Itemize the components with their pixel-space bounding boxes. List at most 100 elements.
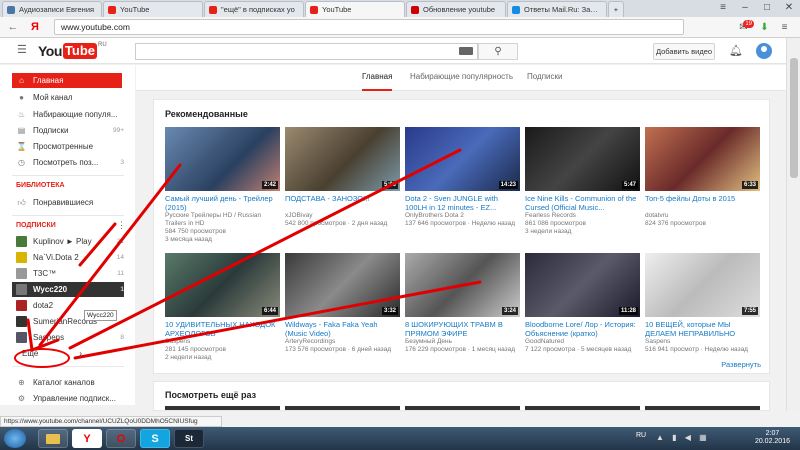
sidebar-item-subscriptions[interactable]: ▤ Подписки 99+ bbox=[12, 123, 124, 138]
video-card[interactable]: 14:23 Dota 2 - Sven JUNGLE with 100LH in… bbox=[405, 127, 520, 228]
tray-icons[interactable]: ▲ ▮ ◀ ▦ bbox=[656, 433, 710, 442]
video-thumbnail[interactable]: 3:32 bbox=[285, 253, 400, 317]
video-thumbnail[interactable]: 11:28 bbox=[525, 253, 640, 317]
video-thumbnail[interactable]: 2:42 bbox=[165, 127, 280, 191]
sidebar-item-browse-channels[interactable]: ⊕ Каталог каналов bbox=[12, 375, 124, 390]
video-title[interactable]: Bloodborne Lore/ Лор - История: Объяснен… bbox=[525, 320, 640, 338]
video-card[interactable]: 5:47 Ice Nine Kills - Communion of the C… bbox=[525, 127, 640, 236]
video-thumbnail[interactable]: 6:44 bbox=[165, 253, 280, 317]
sidebar-sub-item[interactable]: Kuplinov ► Play 21 bbox=[12, 234, 124, 249]
video-title[interactable]: 10 ВЕЩЕЙ, которые МЫ ДЕЛАЕМ НЕПРАВИЛЬНО bbox=[645, 320, 760, 338]
video-thumbnail[interactable] bbox=[405, 406, 520, 410]
video-title[interactable]: Самый лучший день - Трейлер (2015) bbox=[165, 194, 280, 212]
video-channel[interactable]: GoodNatured bbox=[525, 338, 564, 345]
video-card[interactable]: 3:32 Wildways - Faka Faka Yeah (Music Vi… bbox=[285, 253, 400, 354]
close-icon[interactable]: ✕ bbox=[778, 0, 800, 17]
download-icon[interactable]: ⬇ bbox=[757, 20, 772, 35]
minimize-icon[interactable]: – bbox=[734, 0, 756, 17]
video-thumbnail[interactable]: 14:23 bbox=[405, 127, 520, 191]
video-card[interactable]: 7:55 10 ВЕЩЕЙ, которые МЫ ДЕЛАЕМ НЕПРАВИ… bbox=[645, 253, 760, 354]
menu-icon[interactable]: ≡ bbox=[712, 0, 734, 17]
folder-icon[interactable] bbox=[38, 429, 68, 448]
video-title[interactable]: Wildways - Faka Faka Yeah (Music Video) bbox=[285, 320, 400, 338]
video-channel[interactable]: dotatvru bbox=[645, 212, 669, 219]
video-title[interactable]: 8 ШОКИРУЮЩИХ ТРАВМ В ПРЯМОМ ЭФИРЕ bbox=[405, 320, 520, 338]
browser-tab[interactable]: Аудиозаписи Евгения bbox=[2, 1, 102, 17]
mail-icon[interactable]: ✉ 19 bbox=[736, 20, 754, 35]
video-channel[interactable]: xJOBivay bbox=[285, 212, 312, 219]
tab-home[interactable]: Главная bbox=[362, 72, 393, 91]
upload-video-button[interactable]: Добавить видео bbox=[653, 43, 715, 60]
tab-trending[interactable]: Набирающие популярность bbox=[410, 72, 513, 91]
skype-icon[interactable]: S bbox=[140, 429, 170, 448]
video-title[interactable]: ПОДСТАВА - ЗАНОЗО!!! bbox=[285, 194, 400, 212]
video-thumbnail[interactable]: 6:33 bbox=[645, 127, 760, 191]
notifications-bell-icon[interactable]: 🔔︎ bbox=[729, 44, 743, 57]
video-channel[interactable]: Fearless Records bbox=[525, 212, 576, 219]
sidebar-item-manage-subscriptions[interactable]: ⚙ Управление подписк... bbox=[12, 391, 124, 405]
new-tab-button[interactable]: + bbox=[608, 1, 624, 17]
browser-tab[interactable]: Ответы Mail.Ru: Задал bbox=[507, 1, 607, 17]
sidebar-sub-item[interactable]: Saspens 8 bbox=[12, 330, 124, 345]
maximize-icon[interactable]: □ bbox=[756, 0, 778, 17]
youtube-logo[interactable]: You Tube RU bbox=[38, 42, 107, 60]
yandex-logo-icon[interactable]: Я bbox=[28, 20, 42, 34]
sidebar-sub-item[interactable]: Na`Vi.Dota 2 14 bbox=[12, 250, 124, 265]
video-thumbnail[interactable]: 5:47 bbox=[525, 127, 640, 191]
browser-tab-active[interactable]: YouTube bbox=[305, 1, 405, 17]
guide-menu-icon[interactable]: ☰ bbox=[17, 44, 29, 56]
video-thumbnail[interactable]: 5:03 bbox=[285, 127, 400, 191]
video-channel[interactable]: Безумный День bbox=[405, 338, 452, 345]
video-card[interactable]: 2:42 Самый лучший день - Трейлер (2015) … bbox=[165, 127, 280, 244]
sidebar-sub-item[interactable]: T3C™ 11 bbox=[12, 266, 124, 281]
menu-icon[interactable]: ≡ bbox=[777, 20, 792, 35]
video-channel[interactable]: Русские Трейлеры HD / Russian Trailers i… bbox=[165, 212, 280, 228]
video-thumbnail[interactable] bbox=[285, 406, 400, 410]
yandex-icon[interactable]: Y bbox=[72, 429, 102, 448]
sidebar-item-my-channel[interactable]: ● Мой канал bbox=[12, 90, 124, 105]
video-title[interactable]: Ice Nine Kills - Communion of the Cursed… bbox=[525, 194, 640, 212]
sidebar-item-liked[interactable]: 👍︎ Понравившиеся bbox=[12, 195, 124, 210]
expand-link[interactable]: Развернуть bbox=[721, 360, 761, 369]
back-arrow-icon[interactable]: ← bbox=[6, 20, 20, 34]
video-thumbnail[interactable] bbox=[525, 406, 640, 410]
search-button[interactable]: ⚲ bbox=[478, 43, 518, 60]
tab-subscriptions[interactable]: Подписки bbox=[527, 72, 562, 91]
more-options-icon[interactable]: ⋮ bbox=[117, 220, 126, 231]
windows-start-icon[interactable] bbox=[4, 429, 26, 448]
steam-icon[interactable]: St bbox=[174, 429, 204, 448]
video-thumbnail[interactable] bbox=[165, 406, 280, 410]
clock[interactable]: 2:07 20.02.2016 bbox=[755, 430, 790, 446]
sidebar-item-watch-later[interactable]: ◷ Посмотреть поз... 3 bbox=[12, 155, 124, 170]
url-field[interactable]: www.youtube.com bbox=[54, 19, 684, 35]
avatar[interactable] bbox=[756, 43, 772, 59]
video-card[interactable]: 6:44 10 УДИВИТЕЛЬНЫХ НАХОДОК АРХЕОЛОГОВ … bbox=[165, 253, 280, 362]
sidebar-item-trending[interactable]: ♨ Набирающие популя... bbox=[12, 107, 124, 122]
sidebar-item-history[interactable]: ⌛ Просмотренные bbox=[12, 139, 124, 154]
video-channel[interactable]: Saspens bbox=[165, 338, 190, 345]
video-thumbnail[interactable]: 3:24 bbox=[405, 253, 520, 317]
video-title[interactable]: Dota 2 - Sven JUNGLE with 100LH in 12 mi… bbox=[405, 194, 520, 212]
scrollbar-thumb[interactable] bbox=[790, 58, 798, 178]
browser-tab[interactable]: YouTube bbox=[103, 1, 203, 17]
video-thumbnail[interactable]: 7:55 bbox=[645, 253, 760, 317]
video-card[interactable]: 6:33 Топ-5 фейлы Доты в 2015 dotatvru 82… bbox=[645, 127, 760, 228]
video-channel[interactable]: ArteryRecordings bbox=[285, 338, 335, 345]
language-indicator[interactable]: RU bbox=[636, 432, 646, 439]
video-title[interactable]: 10 УДИВИТЕЛЬНЫХ НАХОДОК АРХЕОЛОГОВ bbox=[165, 320, 280, 338]
opera-icon[interactable]: O bbox=[106, 429, 136, 448]
sidebar-sub-item-selected[interactable]: Wycc220 1 bbox=[12, 282, 124, 297]
video-card[interactable]: 11:28 Bloodborne Lore/ Лор - История: Об… bbox=[525, 253, 640, 354]
sidebar-item-home[interactable]: ⌂ Главная bbox=[12, 73, 122, 88]
video-card[interactable]: 5:03 ПОДСТАВА - ЗАНОЗО!!! xJOBivay 542 8… bbox=[285, 127, 400, 228]
video-channel[interactable]: OnlyBrothers Dota 2 bbox=[405, 212, 464, 219]
video-channel[interactable]: Saspens bbox=[645, 338, 670, 345]
browser-tab[interactable]: Обновление youtube bbox=[406, 1, 506, 17]
scrollbar[interactable] bbox=[786, 38, 800, 411]
video-card[interactable]: 3:24 8 ШОКИРУЮЩИХ ТРАВМ В ПРЯМОМ ЭФИРЕ Б… bbox=[405, 253, 520, 354]
browser-tab[interactable]: "ещё" в подписках yo bbox=[204, 1, 304, 17]
search-input[interactable] bbox=[135, 43, 478, 60]
video-thumbnail[interactable] bbox=[645, 406, 760, 410]
video-title[interactable]: Топ-5 фейлы Доты в 2015 bbox=[645, 194, 760, 212]
keyboard-icon[interactable] bbox=[459, 47, 473, 55]
